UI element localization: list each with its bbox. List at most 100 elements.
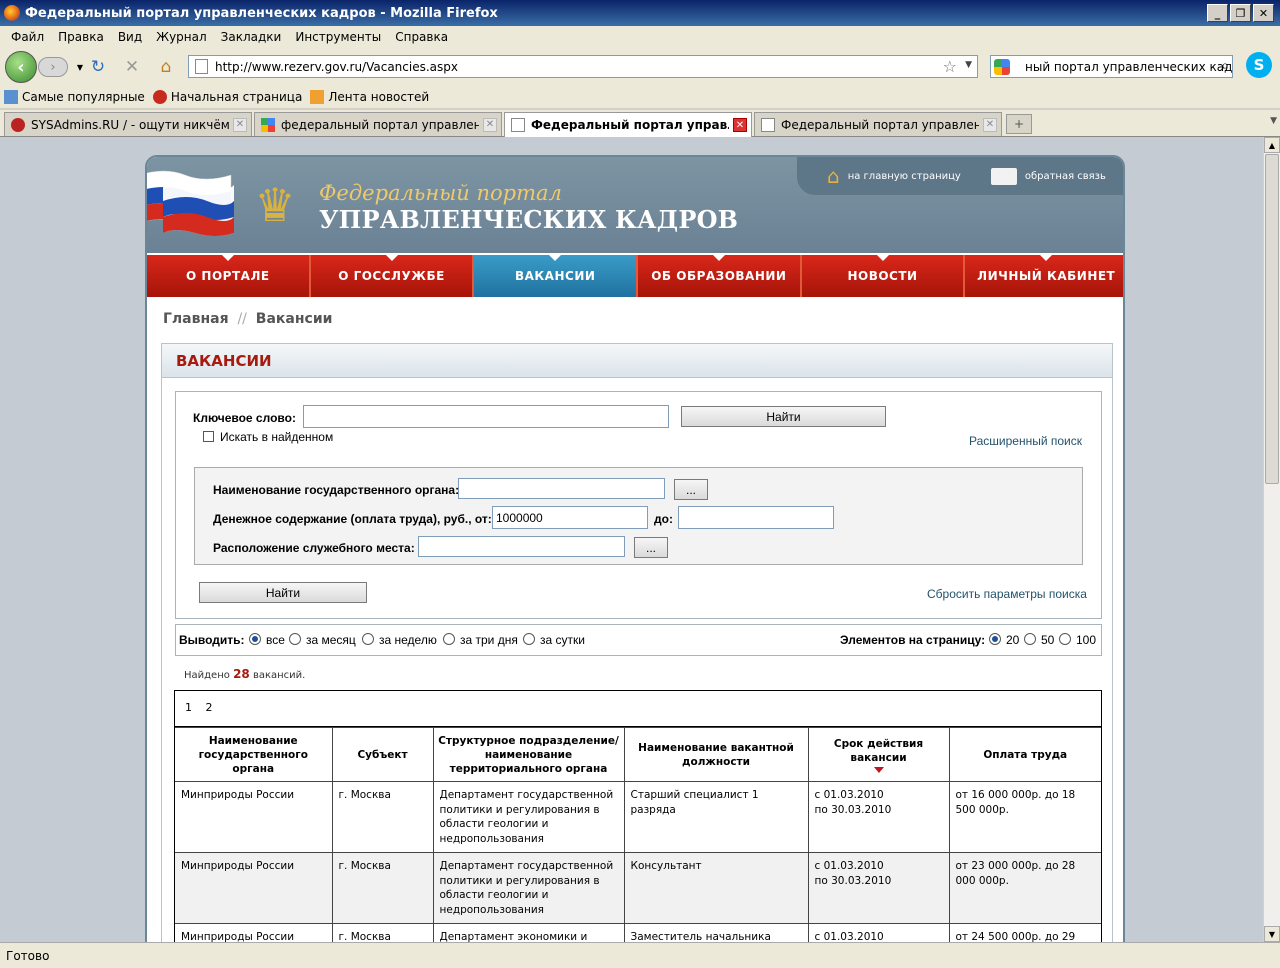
period-month-radio[interactable] [289,633,301,645]
reset-search-link[interactable]: Сбросить параметры поиска [927,587,1087,601]
nav-personal-account[interactable]: ЛИЧНЫЙ КАБИНЕТ [965,255,1123,297]
search-form: Ключевое слово: Найти Искать в найденном… [175,391,1102,619]
home-icon[interactable]: ⌂ [156,57,176,77]
results-table-container: 1 2 Наименование государственного органа… [174,690,1102,942]
tab-portal[interactable]: Федеральный портал управленческ... ✕ [754,112,1002,136]
bookmark-news-feed[interactable]: Лента новостей [310,90,429,104]
menu-edit[interactable]: Правка [51,30,111,44]
keyword-input[interactable] [303,405,669,428]
back-button[interactable]: ‹ [5,51,37,83]
location-input[interactable] [418,536,625,557]
cell-organization: Минприроды России [175,852,333,924]
tab-close-icon[interactable]: ✕ [233,117,247,132]
most-visited-icon [4,90,18,104]
location-select-button[interactable]: ... [634,537,668,558]
period-three-days-radio[interactable] [443,633,455,645]
stop-icon[interactable]: ✕ [122,57,142,77]
salary-to-input[interactable] [678,506,834,529]
search-in-found-checkbox[interactable] [203,431,214,442]
cell-salary: от 16 000 000р. до 18 500 000р. [948,781,1101,853]
nav-news[interactable]: НОВОСТИ [801,255,966,297]
vertical-scrollbar[interactable]: ▲ ▼ [1263,137,1280,942]
web-search-text: ный портал управленческих кадров [1025,59,1233,74]
url-dropdown-icon[interactable]: ▼ [965,60,972,70]
col-validity[interactable]: Срок действия вакансии [807,727,950,782]
col-position[interactable]: Наименование вакантной должности [623,727,809,782]
nav-civil-service[interactable]: О ГОССЛУЖБЕ [310,255,475,297]
tab-close-icon[interactable]: ✕ [983,117,997,132]
nav-vacancies[interactable]: ВАКАНСИИ [474,255,639,297]
url-bar[interactable]: http://www.rezerv.gov.ru/Vacancies.aspx … [188,55,978,78]
page-2-link[interactable]: 2 [206,701,213,714]
menu-view[interactable]: Вид [111,30,149,44]
status-text: Готово [6,948,50,963]
tab-portal-active[interactable]: Федеральный портал управлен... ✕ [504,112,752,137]
breadcrumb-home[interactable]: Главная [163,311,229,327]
bookmark-star-icon[interactable]: ☆ [943,57,957,76]
table-row[interactable]: Минприроды России г. Москва Департамент … [175,852,1101,924]
menu-tools[interactable]: Инструменты [288,30,388,44]
per-page-50-radio[interactable] [1024,633,1036,645]
page-favicon-icon [511,118,525,132]
col-salary[interactable]: Оплата труда [948,727,1101,782]
col-subject[interactable]: Субъект [331,727,434,782]
bookmark-most-visited[interactable]: Самые популярные [4,90,145,104]
house-icon[interactable]: ⌂ [827,164,840,188]
tab-close-icon[interactable]: ✕ [733,118,747,132]
web-search-box[interactable]: ный портал управленческих кадров ⌕ [990,55,1233,78]
skype-icon[interactable]: S [1246,52,1272,78]
nav-about-portal[interactable]: О ПОРТАЛЕ [147,255,311,297]
col-department[interactable]: Структурное подразделение/наименование т… [432,727,625,782]
period-all-radio[interactable] [249,633,261,645]
window-titlebar: Федеральный портал управленческих кадров… [0,0,1280,26]
google-icon[interactable] [994,59,1010,75]
bookmark-start-page[interactable]: Начальная страница [152,90,302,104]
menu-history[interactable]: Журнал [149,30,214,44]
tab-sysadmins[interactable]: SYSAdmins.RU / - ощути никчёмность... ✕ [4,112,252,136]
maximize-button[interactable]: ❐ [1230,4,1251,22]
reload-icon[interactable]: ↻ [88,57,108,77]
tab-list-icon[interactable]: ▼ [1270,116,1277,126]
org-select-button[interactable]: ... [674,479,708,500]
menu-file[interactable]: Файл [4,30,51,44]
per-page-100-radio[interactable] [1059,633,1071,645]
table-row[interactable]: Минприроды России г. Москва Департамент … [175,923,1101,942]
feedback-link[interactable]: обратная связь [1025,171,1106,182]
period-day-radio[interactable] [523,633,535,645]
forward-button[interactable]: › [38,57,68,77]
search-icon[interactable]: ⌕ [1221,58,1229,74]
mail-icon[interactable] [990,167,1017,185]
new-tab-button[interactable]: + [1006,114,1032,134]
menu-help[interactable]: Справка [388,30,455,44]
navigation-toolbar: › ‹ ▼ ↻ ✕ ⌂ http://www.rezerv.gov.ru/Vac… [0,48,1280,86]
org-input[interactable] [458,478,665,499]
salary-from-input[interactable] [492,506,648,529]
menu-bookmarks[interactable]: Закладки [214,30,289,44]
scroll-up-icon[interactable]: ▲ [1264,137,1280,153]
history-dropdown-icon[interactable]: ▼ [70,57,90,77]
menu-bar: Файл Правка Вид Журнал Закладки Инструме… [0,26,1280,48]
google-favicon-icon [261,117,275,132]
scroll-down-icon[interactable]: ▼ [1264,926,1280,942]
col-organization[interactable]: Наименование государственного органа [175,727,333,782]
close-button[interactable]: ✕ [1253,4,1274,22]
cell-department: Департамент государственной политики и р… [432,781,625,853]
table-row[interactable]: Минприроды России г. Москва Департамент … [175,781,1101,853]
minimize-button[interactable]: _ [1207,4,1228,22]
keyword-find-button[interactable]: Найти [681,406,886,427]
firefox-icon [4,5,20,21]
scroll-thumb[interactable] [1265,154,1279,484]
page-1-link[interactable]: 1 [185,701,192,714]
cell-position: Консультант [623,852,809,924]
home-page-link[interactable]: на главную страницу [848,171,961,182]
advanced-search-link[interactable]: Расширенный поиск [969,434,1082,448]
find-button[interactable]: Найти [199,582,367,603]
tab-google-search[interactable]: федеральный портал управленческ... ✕ [254,112,502,136]
sort-desc-icon[interactable] [873,766,884,773]
per-page-20-radio[interactable] [989,633,1001,645]
nav-education[interactable]: ОБ ОБРАЗОВАНИИ [638,255,802,297]
search-in-found-label: Искать в найденном [220,430,334,444]
period-week-radio[interactable] [362,633,374,645]
tab-close-icon[interactable]: ✕ [483,117,497,132]
rss-icon [310,90,325,104]
